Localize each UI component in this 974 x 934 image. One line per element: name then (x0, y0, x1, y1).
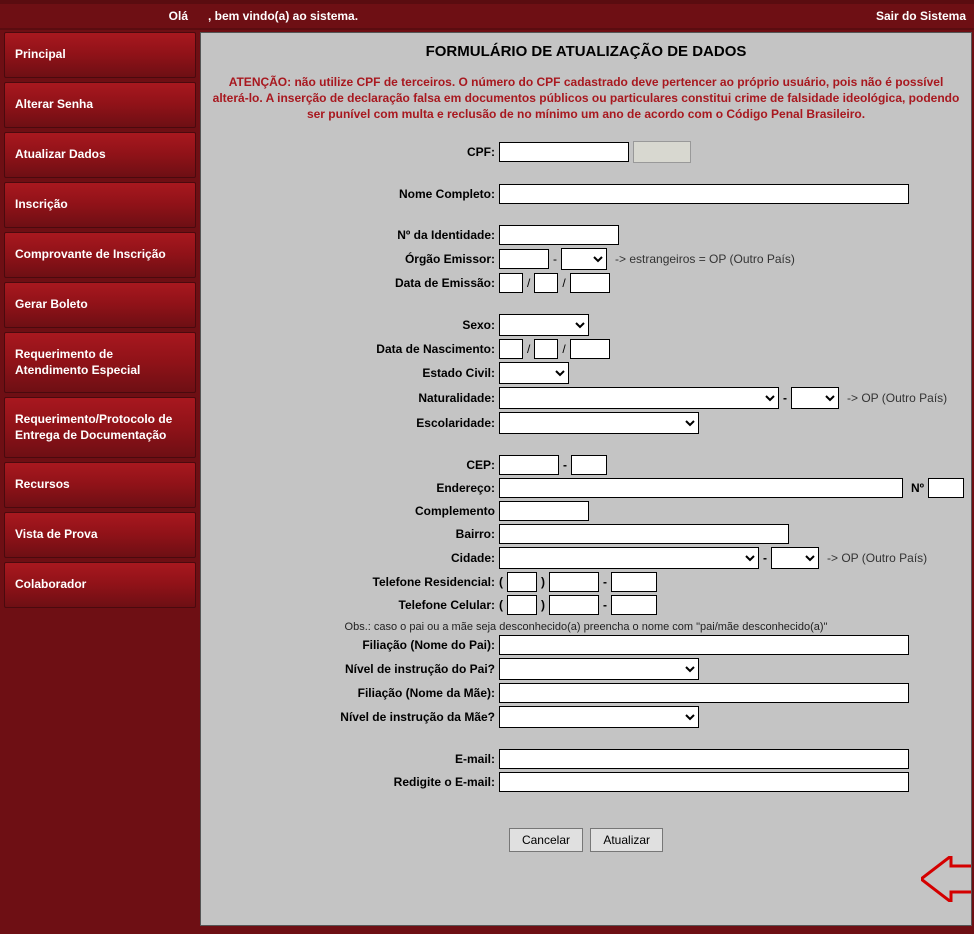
sidebar-item-atualizar-dados[interactable]: Atualizar Dados (4, 132, 196, 178)
arrow-icon (921, 856, 972, 905)
label-tel-res: Telefone Residencial: (209, 575, 499, 589)
cep2-input[interactable] (571, 455, 607, 475)
form-title: FORMULÁRIO DE ATUALIZAÇÃO DE DADOS (201, 33, 971, 68)
orgao-dash: - (553, 252, 557, 266)
cpf-input[interactable] (499, 142, 629, 162)
label-instrucao-mae: Nível de instrução da Mãe? (209, 710, 499, 724)
obs-text: Obs.: caso o pai ou a mãe seja desconhec… (209, 621, 963, 633)
label-cpf: CPF: (209, 145, 499, 159)
label-identidade: Nº da Identidade: (209, 228, 499, 242)
sidebar-item-inscricao[interactable]: Inscrição (4, 182, 196, 228)
top-bar: Olá , bem vindo(a) ao sistema. Sair do S… (0, 0, 974, 30)
orgao-uf-select[interactable] (561, 248, 607, 270)
sexo-select[interactable] (499, 314, 589, 336)
cidade-select[interactable] (499, 547, 759, 569)
main-panel: FORMULÁRIO DE ATUALIZAÇÃO DE DADOS ATENÇ… (200, 32, 972, 926)
emissao-ano-input[interactable] (570, 273, 610, 293)
pai-nome-input[interactable] (499, 635, 909, 655)
label-cidade: Cidade: (209, 551, 499, 565)
label-data-emissao: Data de Emissão: (209, 276, 499, 290)
label-data-nasc: Data de Nascimento: (209, 342, 499, 356)
sidebar: Principal Alterar Senha Atualizar Dados … (0, 30, 200, 928)
bairro-input[interactable] (499, 524, 789, 544)
label-complemento: Complemento (209, 504, 499, 518)
telres-ddd-input[interactable] (507, 572, 537, 592)
telres-suf-input[interactable] (611, 572, 657, 592)
telcel-ddd-input[interactable] (507, 595, 537, 615)
naturalidade-hint: -> OP (Outro País) (847, 391, 947, 405)
label-nome: Nome Completo: (209, 187, 499, 201)
label-cep: CEP: (209, 458, 499, 472)
label-filiacao-mae: Filiação (Nome da Mãe): (209, 686, 499, 700)
label-tel-cel: Telefone Celular: (209, 598, 499, 612)
label-email: E-mail: (209, 752, 499, 766)
identidade-input[interactable] (499, 225, 619, 245)
nasc-mes-input[interactable] (534, 339, 558, 359)
nasc-ano-input[interactable] (570, 339, 610, 359)
escolaridade-select[interactable] (499, 412, 699, 434)
email-input[interactable] (499, 749, 909, 769)
naturalidade-cidade-select[interactable] (499, 387, 779, 409)
sidebar-item-comprovante[interactable]: Comprovante de Inscrição (4, 232, 196, 278)
cancel-button[interactable]: Cancelar (509, 828, 583, 852)
update-button[interactable]: Atualizar (590, 828, 663, 852)
form-warning: ATENÇÃO: não utilize CPF de terceiros. O… (201, 68, 971, 137)
label-escolaridade: Escolaridade: (209, 416, 499, 430)
complemento-input[interactable] (499, 501, 589, 521)
telcel-pref-input[interactable] (549, 595, 599, 615)
telcel-suf-input[interactable] (611, 595, 657, 615)
sidebar-item-recursos[interactable]: Recursos (4, 462, 196, 508)
emissao-mes-input[interactable] (534, 273, 558, 293)
telres-pref-input[interactable] (549, 572, 599, 592)
orgao-input[interactable] (499, 249, 549, 269)
orgao-hint: -> estrangeiros = OP (Outro País) (615, 252, 795, 266)
logout-link[interactable]: Sair do Sistema (826, 9, 966, 23)
label-numero: Nº (911, 481, 924, 495)
numero-input[interactable] (928, 478, 964, 498)
label-email2: Redigite o E-mail: (209, 775, 499, 789)
sidebar-item-colaborador[interactable]: Colaborador (4, 562, 196, 608)
sidebar-item-principal[interactable]: Principal (4, 32, 196, 78)
greeting-center: , bem vindo(a) ao sistema. (208, 9, 826, 23)
label-filiacao-pai: Filiação (Nome do Pai): (209, 638, 499, 652)
label-sexo: Sexo: (209, 318, 499, 332)
sidebar-item-vista-prova[interactable]: Vista de Prova (4, 512, 196, 558)
email2-input[interactable] (499, 772, 909, 792)
sidebar-item-requerimento-protocolo[interactable]: Requerimento/Protocolo de Entrega de Doc… (4, 397, 196, 458)
sidebar-item-gerar-boleto[interactable]: Gerar Boleto (4, 282, 196, 328)
mae-instrucao-select[interactable] (499, 706, 699, 728)
sidebar-item-requerimento-especial[interactable]: Requerimento de Atendimento Especial (4, 332, 196, 393)
pai-instrucao-select[interactable] (499, 658, 699, 680)
cep1-input[interactable] (499, 455, 559, 475)
cidade-uf-select[interactable] (771, 547, 819, 569)
endereco-input[interactable] (499, 478, 903, 498)
cidade-hint: -> OP (Outro País) (827, 551, 927, 565)
estado-civil-select[interactable] (499, 362, 569, 384)
emissao-dia-input[interactable] (499, 273, 523, 293)
label-orgao: Órgão Emissor: (209, 252, 499, 266)
label-endereco: Endereço: (209, 481, 499, 495)
nasc-dia-input[interactable] (499, 339, 523, 359)
label-bairro: Bairro: (209, 527, 499, 541)
label-estado-civil: Estado Civil: (209, 366, 499, 380)
sidebar-item-alterar-senha[interactable]: Alterar Senha (4, 82, 196, 128)
label-naturalidade: Naturalidade: (209, 391, 499, 405)
mae-nome-input[interactable] (499, 683, 909, 703)
greeting-left: Olá (8, 9, 208, 23)
label-instrucao-pai: Nível de instrução do Pai? (209, 662, 499, 676)
nome-input[interactable] (499, 184, 909, 204)
naturalidade-uf-select[interactable] (791, 387, 839, 409)
cpf-tail (633, 141, 691, 163)
